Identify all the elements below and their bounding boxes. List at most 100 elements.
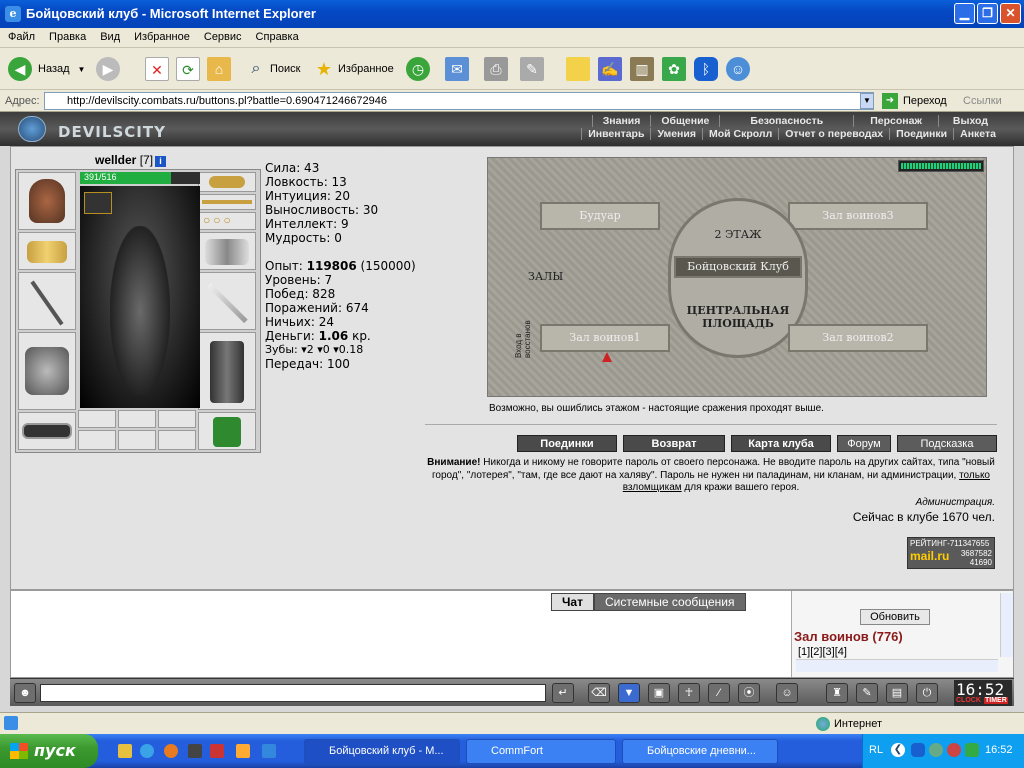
mailru-counter[interactable]: РЕЙТИНГ-711347655 mail.ru 3687582 41690 (907, 537, 995, 569)
sword-slot[interactable] (198, 272, 256, 330)
go-button[interactable]: ➜ Переход (882, 93, 947, 109)
walk-icon[interactable]: ☥ (678, 683, 700, 703)
central-square-label[interactable]: ЦЕНТРАЛЬНАЯ ПЛОЩАДЬ (678, 304, 798, 330)
back-button[interactable]: ◀ Назад ▼ (8, 54, 85, 84)
smile-icon[interactable]: ☺ (776, 683, 798, 703)
favorites-button[interactable]: ★ Избранное (312, 54, 394, 84)
forward-button[interactable]: ▶ (96, 54, 120, 84)
address-dropdown-icon[interactable]: ▼ (860, 93, 874, 109)
task-diaries[interactable]: Бойцовские дневни... (622, 739, 778, 764)
tray-arrow-icon[interactable]: ❮ (891, 743, 905, 757)
close-button[interactable]: ✕ (1000, 3, 1021, 24)
return-button[interactable]: Возврат (623, 435, 725, 452)
rune-slot-4[interactable] (78, 430, 116, 450)
nav-duels[interactable]: Поединки (889, 128, 953, 140)
save-icon[interactable]: ▣ (648, 683, 670, 703)
menu-file[interactable]: Файл (0, 28, 41, 43)
nav-social[interactable]: Общение (650, 115, 719, 127)
chat-input[interactable] (40, 684, 546, 702)
refresh-button[interactable]: Обновить (860, 609, 930, 625)
nav-transfers[interactable]: Отчет о переводах (778, 128, 889, 140)
horizontal-scrollbar[interactable] (796, 659, 998, 672)
tab-chat[interactable]: Чат (551, 593, 594, 611)
armor-slot[interactable] (18, 332, 76, 410)
language-indicator[interactable]: RL (869, 744, 883, 756)
contacts-button[interactable]: ☺ (726, 54, 750, 84)
menu-help[interactable]: Справка (248, 28, 305, 43)
rune-slot-2[interactable] (118, 410, 156, 428)
rune-slot-3[interactable] (158, 410, 196, 428)
room-warriors-2[interactable]: Зал воинов2 (788, 324, 928, 352)
site-logo[interactable]: DEVILSCITY (12, 114, 165, 144)
exit-icon[interactable]: ⏻ (916, 683, 938, 703)
tray-icq-icon[interactable] (965, 743, 979, 757)
rune-slot-5[interactable] (118, 430, 156, 450)
quicklaunch-ie-icon[interactable] (140, 744, 154, 758)
maximize-button[interactable]: ❐ (977, 3, 998, 24)
weapon-slot[interactable] (18, 272, 76, 330)
speaker-icon[interactable]: ☻ (14, 683, 36, 703)
rings-slot[interactable]: ○○○ (198, 212, 256, 230)
room-fight-club[interactable]: Бойцовский Клуб (674, 256, 802, 278)
nav-profile[interactable]: Анкета (953, 128, 1002, 140)
necklace-slot[interactable] (198, 194, 256, 210)
forum-button[interactable]: Форум (837, 435, 891, 452)
gloves-slot[interactable] (18, 232, 76, 270)
nav-security[interactable]: Безопасность (719, 115, 853, 127)
room-pages[interactable]: [1][2][3][4] (798, 646, 847, 658)
start-button[interactable]: пуск (0, 734, 98, 768)
history-button[interactable]: ◷ (406, 54, 430, 84)
minimize-button[interactable]: ▁ (954, 3, 975, 24)
nav-knowledge[interactable]: Знания (591, 115, 651, 127)
search-button[interactable]: ⌕ Поиск (244, 54, 301, 84)
refresh-button[interactable]: ⟳ (176, 54, 200, 84)
legs-slot[interactable] (198, 332, 256, 410)
quicklaunch-media-icon[interactable] (164, 744, 178, 758)
send-icon[interactable]: ↵ (552, 683, 574, 703)
home-button[interactable]: ⌂ (207, 54, 231, 84)
room-warriors-3[interactable]: Зал воинов3 (788, 202, 928, 230)
room-boudoir[interactable]: Будуар (540, 202, 660, 230)
icq-button[interactable]: ✿ (662, 54, 686, 84)
filter-icon[interactable]: ▼ (618, 683, 640, 703)
quicklaunch-film-icon[interactable] (188, 744, 202, 758)
quicklaunch-misc-icon[interactable] (262, 744, 276, 758)
nav-skills[interactable]: Умения (650, 128, 702, 140)
boots-slot[interactable] (198, 412, 256, 450)
menu-view[interactable]: Вид (92, 28, 126, 43)
rune-slot-1[interactable] (78, 410, 116, 428)
stop-button[interactable]: ✕ (145, 54, 169, 84)
scroll-icon[interactable]: ✎ (856, 683, 878, 703)
rune-slot-6[interactable] (158, 430, 196, 450)
halls-label[interactable]: ЗАЛЫ (528, 270, 628, 283)
amulet-slot[interactable] (198, 172, 256, 192)
nav-scroll[interactable]: Мой Скролл (701, 128, 778, 140)
menu-favorites[interactable]: Избранное (126, 28, 196, 43)
quicklaunch-tool-icon[interactable] (236, 744, 250, 758)
quicklaunch-app-icon[interactable] (210, 744, 224, 758)
bag-icon[interactable]: ♜ (826, 683, 848, 703)
tab-system-messages[interactable]: Системные сообщения (593, 593, 746, 611)
hint-button[interactable]: Подсказка (897, 435, 997, 452)
private-icon[interactable]: ⁄ (708, 683, 730, 703)
links-label[interactable]: Ссылки (963, 95, 1002, 107)
belt-slot[interactable] (18, 412, 76, 450)
recovery-entrance[interactable]: Вход в восстанов (514, 298, 536, 358)
menu-tools[interactable]: Сервис (196, 28, 248, 43)
floor-2-label[interactable]: 2 ЭТАЖ (688, 228, 788, 241)
eraser-icon[interactable]: ⌫ (588, 683, 610, 703)
edit-button[interactable]: ✎ (520, 54, 544, 84)
duels-button[interactable]: Поединки (517, 435, 617, 452)
vertical-scrollbar[interactable] (1000, 593, 1013, 657)
room-warriors-1[interactable]: Зал воинов1 (540, 324, 670, 352)
club-map-button[interactable]: Карта клуба (731, 435, 831, 452)
research-button[interactable]: ▥ (630, 54, 654, 84)
nav-character[interactable]: Персонаж (853, 115, 938, 127)
info-icon[interactable]: i (155, 156, 167, 167)
bluetooth-button[interactable]: ᛒ (694, 54, 718, 84)
silence-icon[interactable]: ⦿ (738, 683, 760, 703)
effect-icon[interactable] (84, 192, 112, 214)
task-commfort[interactable]: CommFort (466, 739, 616, 764)
quicklaunch-icon-1[interactable] (118, 744, 132, 758)
messenger-button[interactable]: ✍ (598, 54, 622, 84)
